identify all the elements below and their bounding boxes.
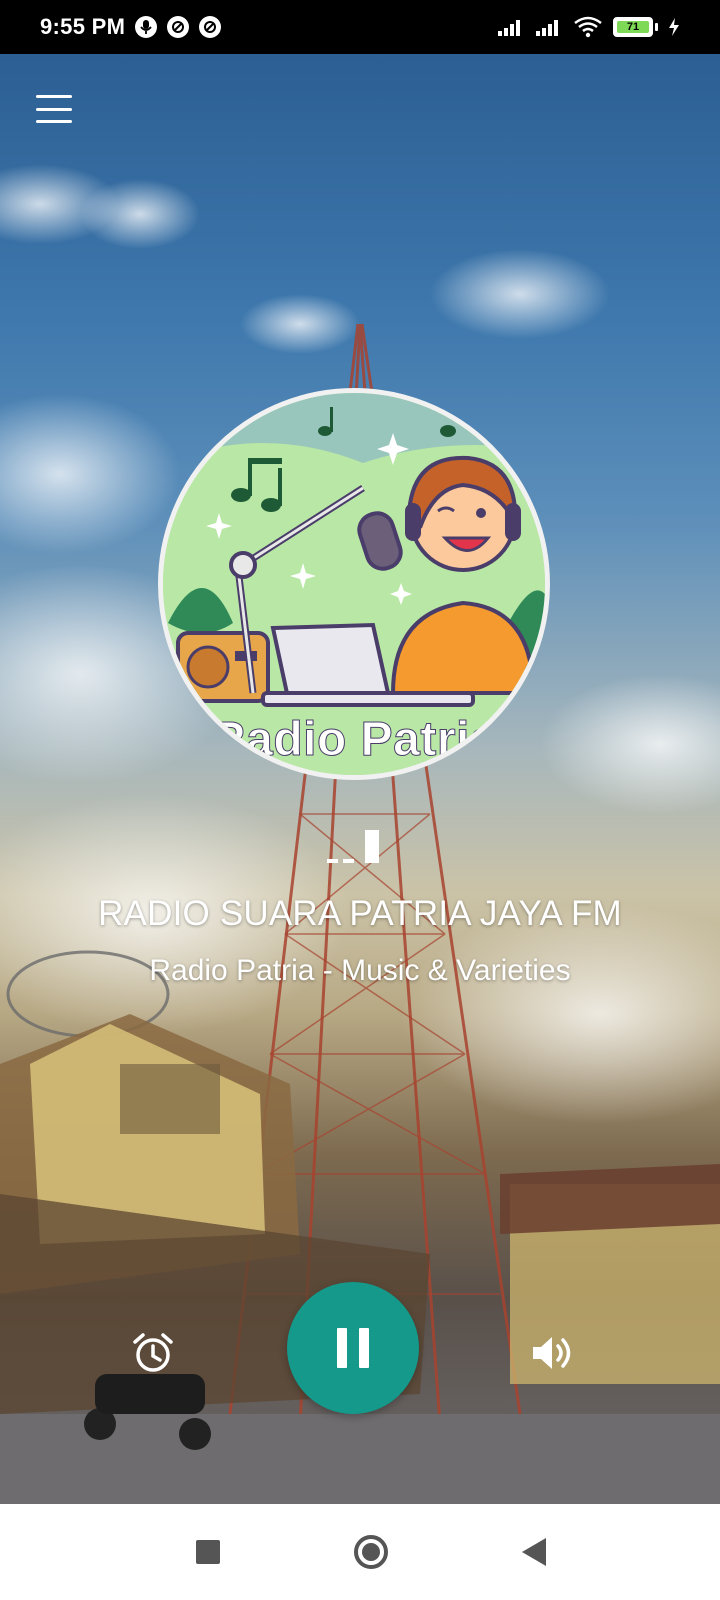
vpn-icon [199,16,222,38]
alarm-clock-icon [133,1333,173,1372]
status-bar: 9:55 PM 71 [0,0,720,54]
station-logo: Radio Patria [158,388,550,780]
status-left: 9:55 PM [40,14,222,40]
recent-apps-icon[interactable] [196,1540,220,1564]
battery-level: 71 [617,21,649,33]
pause-icon [337,1328,369,1368]
menu-button[interactable] [34,92,74,126]
play-pause-button[interactable] [287,1282,419,1414]
station-description: Radio Patria - Music & Varieties [149,954,571,987]
back-icon[interactable] [522,1538,546,1566]
home-icon[interactable] [354,1535,388,1569]
status-time: 9:55 PM [40,14,126,39]
battery-icon: 71 [613,17,658,37]
alarm-button[interactable] [130,1330,176,1376]
player-screen: Radio Patria RADIO SUARA PATRIA JAYA FM … [0,54,720,1504]
vpn-icon [167,16,190,38]
hamburger-menu-icon [36,95,72,98]
equalizer-icon [327,830,379,863]
station-name: RADIO SUARA PATRIA JAYA FM [98,894,622,933]
signal-icon [498,20,520,36]
voice-search-icon [135,16,158,38]
wifi-icon [574,16,602,38]
status-right: 71 [497,16,680,38]
volume-icon [533,1337,571,1369]
navigation-bar [0,1504,720,1600]
logo-text: Radio Patria [210,713,498,767]
charging-icon [669,18,679,36]
volume-button[interactable] [528,1330,576,1376]
signal-icon [536,20,558,36]
